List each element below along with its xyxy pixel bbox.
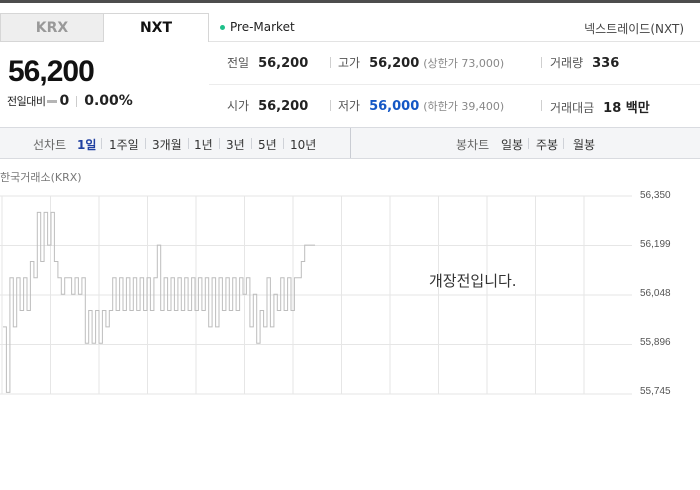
flat-dash-icon: [47, 99, 58, 103]
price-chart[interactable]: 56,350 56,199 56,048 55,896 55,745: [0, 190, 700, 397]
stat-label: 시가: [227, 99, 250, 113]
change-percent: 0.00%: [84, 93, 133, 109]
top-border: [0, 0, 700, 3]
stat-open: 시가 56,200: [227, 97, 308, 114]
stat-sub: (하한가 39,400): [423, 100, 505, 113]
session-status-label: Pre-Market: [230, 20, 295, 34]
stat-label: 거래량: [550, 56, 584, 70]
stat-prev-close: 전일 56,200: [227, 54, 308, 71]
status-dot-icon: [220, 24, 225, 30]
stat-low: 저가 56,000 (하한가 39,400): [338, 97, 504, 114]
stat-label: 고가: [338, 56, 361, 70]
line-chart-label: 선차트: [33, 138, 67, 152]
period-3m[interactable]: 3개월: [152, 136, 182, 153]
period-separator: [219, 138, 220, 149]
market-closed-message: 개장전입니다.: [429, 272, 517, 290]
change-value: 0: [59, 93, 70, 109]
stat-label: 저가: [338, 99, 361, 113]
tab-nxt[interactable]: NXT: [104, 13, 209, 42]
stat-value: 56,200: [258, 99, 309, 114]
stat-separator: [330, 100, 331, 111]
period-separator: [188, 138, 189, 149]
period-bar-divider: [350, 128, 351, 158]
change-label: 전일대비: [7, 95, 46, 108]
y-tick-label: 56,048: [640, 288, 671, 299]
tab-krx[interactable]: KRX: [0, 13, 104, 42]
stat-separator: [330, 57, 331, 68]
stat-value: 18 백만: [603, 101, 650, 116]
period-10y[interactable]: 10년: [290, 136, 316, 153]
stat-separator: [541, 100, 542, 111]
stat-label: 거래대금: [550, 101, 595, 115]
candle-chart-label: 봉차트: [456, 138, 490, 152]
stat-value: 56,000: [369, 99, 420, 114]
y-tick-label: 55,896: [640, 337, 671, 348]
period-separator: [145, 138, 146, 149]
stat-sub: (상한가 73,000): [423, 57, 505, 70]
period-1y[interactable]: 1년: [194, 136, 213, 153]
chart-period-bar: 선차트 1일 1주일 3개월 1년 3년 5년 10년 봉차트 일봉 주봉 월봉: [0, 127, 700, 159]
stat-separator: [541, 57, 542, 68]
period-1d[interactable]: 1일: [77, 136, 96, 153]
y-tick-label: 56,350: [640, 190, 671, 201]
stat-volume: 거래량 336: [550, 54, 619, 71]
stats-divider: [209, 84, 700, 85]
tab-underline: [209, 41, 700, 42]
period-separator: [283, 138, 284, 149]
stat-high: 고가 56,200 (상한가 73,000): [338, 54, 504, 71]
chart-canvas: [0, 195, 632, 395]
period-separator: [251, 138, 252, 149]
period-3y[interactable]: 3년: [226, 136, 245, 153]
price-change: 전일대비 0 0.00%: [7, 93, 133, 109]
period-separator: [563, 138, 564, 149]
change-separator: [76, 95, 78, 107]
session-status: Pre-Market: [220, 20, 295, 34]
y-tick-label: 55,745: [640, 386, 671, 397]
y-tick-label: 56,199: [640, 239, 671, 250]
current-price: 56,200: [8, 55, 95, 88]
exchange-name: 넥스트레이드(NXT): [584, 22, 684, 36]
period-separator: [101, 138, 102, 149]
period-separator: [528, 138, 529, 149]
price-series-line: [3, 211, 315, 393]
candle-weekly[interactable]: 주봉: [536, 136, 558, 153]
stat-amount: 거래대금 18 백만: [550, 97, 650, 116]
period-5y[interactable]: 5년: [258, 136, 277, 153]
stat-label: 전일: [227, 56, 250, 70]
stat-value: 336: [592, 56, 620, 71]
stat-value: 56,200: [369, 56, 420, 71]
market-tabs: KRX NXT: [0, 13, 209, 42]
period-1w[interactable]: 1주일: [109, 136, 139, 153]
chart-source-label: 한국거래소(KRX): [0, 171, 82, 184]
stat-value: 56,200: [258, 56, 309, 71]
candle-daily[interactable]: 일봉: [501, 136, 523, 153]
candle-monthly[interactable]: 월봉: [573, 136, 595, 153]
